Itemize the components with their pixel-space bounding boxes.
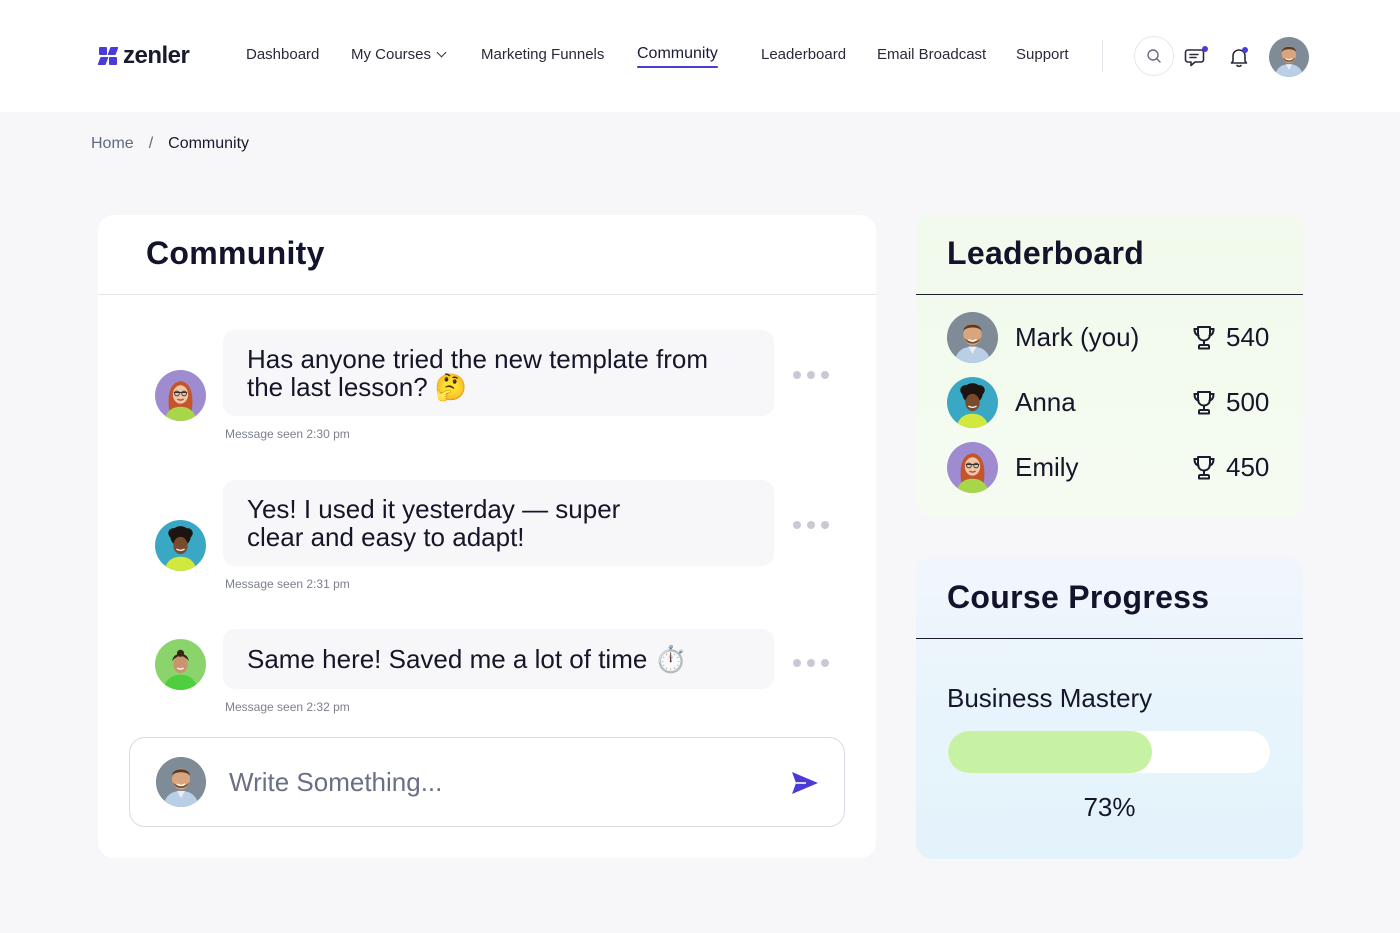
top-navigation-bar: zenler Dashboard My Courses Marketing Fu… xyxy=(0,0,1400,112)
message-avatar-emily[interactable] xyxy=(155,370,206,421)
message-more-button[interactable] xyxy=(793,371,829,379)
chevron-down-icon xyxy=(436,47,447,58)
leaderboard-score: 500 xyxy=(1226,387,1270,417)
leaderboard-divider xyxy=(916,294,1303,295)
message-more-button[interactable] xyxy=(793,521,829,529)
trophy-icon xyxy=(1190,389,1218,417)
avatar-image xyxy=(156,757,206,807)
nav-item-marketing-funnels[interactable]: Marketing Funnels xyxy=(481,46,604,63)
course-progress-divider xyxy=(916,638,1303,639)
avatar-image xyxy=(155,520,206,571)
user-avatar[interactable] xyxy=(1269,37,1309,77)
unread-dot xyxy=(1202,46,1208,52)
leaderboard-card: Leaderboard Mark (you) 540 Anna 500 Emil… xyxy=(916,215,1303,517)
message-bubble: Same here! Saved me a lot of time ⏱️ xyxy=(223,629,774,689)
header-divider xyxy=(1102,40,1103,72)
nav-item-email-broadcast[interactable]: Email Broadcast xyxy=(877,46,986,63)
community-card: Community Has anyone tried the new templ… xyxy=(98,215,876,858)
trophy-icon xyxy=(1190,454,1218,482)
message-bubble: Has anyone tried the new template from t… xyxy=(223,330,774,416)
leaderboard-name: Emily xyxy=(1015,452,1079,482)
logo-mark-icon xyxy=(97,46,119,66)
send-button[interactable] xyxy=(790,768,820,798)
message-text-line: Same here! Saved me a lot of time ⏱️ xyxy=(247,644,687,674)
leaderboard-name: Anna xyxy=(1015,387,1076,417)
progress-bar-fill xyxy=(948,731,1153,773)
more-dots-icon xyxy=(793,659,801,667)
message-bubble: Yes! I used it yesterday — super clear a… xyxy=(223,480,774,566)
avatar-image xyxy=(155,639,206,690)
nav-item-community[interactable]: Community xyxy=(637,45,718,68)
nav-item-dashboard[interactable]: Dashboard xyxy=(246,46,319,63)
notifications-button[interactable] xyxy=(1226,44,1252,70)
breadcrumb-separator: / xyxy=(148,135,154,152)
leaderboard-title: Leaderboard xyxy=(947,235,1145,271)
leaderboard-score: 450 xyxy=(1226,452,1270,482)
send-icon xyxy=(792,772,818,794)
leaderboard-score: 540 xyxy=(1226,322,1270,352)
progress-percent: 73% xyxy=(1083,792,1136,822)
composer-avatar xyxy=(156,757,206,807)
messages-button[interactable] xyxy=(1183,44,1209,70)
message-text-line: clear and easy to adapt! xyxy=(247,522,525,552)
community-divider xyxy=(98,294,876,295)
leaderboard-row[interactable]: Anna 500 xyxy=(916,377,1303,429)
nav-item-my-courses[interactable]: My Courses xyxy=(351,46,447,63)
nav-item-support[interactable]: Support xyxy=(1016,46,1069,63)
breadcrumb-current: Community xyxy=(168,135,250,152)
nav-item-my-courses-label: My Courses xyxy=(351,46,432,63)
message-seen-status: Message seen 2:31 pm xyxy=(225,577,350,591)
message-more-button[interactable] xyxy=(793,659,829,667)
logo-text: zenler xyxy=(123,42,190,69)
message-text-line: Yes! I used it yesterday — super xyxy=(247,494,621,524)
breadcrumb-home[interactable]: Home xyxy=(91,135,134,153)
avatar-image xyxy=(155,370,206,421)
leaderboard-row[interactable]: Mark (you) 540 xyxy=(916,312,1303,364)
breadcrumb: Home / Community xyxy=(91,135,249,153)
nav-item-leaderboard[interactable]: Leaderboard xyxy=(761,46,846,63)
leaderboard-name: Mark (you) xyxy=(1015,322,1140,352)
more-dots-icon xyxy=(793,371,801,379)
zenler-logo[interactable]: zenler xyxy=(97,42,190,70)
course-name: Business Mastery xyxy=(947,683,1153,713)
leaderboard-row[interactable]: Emily 450 xyxy=(916,442,1303,494)
message-composer xyxy=(129,737,845,827)
more-dots-icon xyxy=(793,521,801,529)
leaderboard-avatar xyxy=(947,377,998,428)
search-icon xyxy=(1147,49,1161,63)
leaderboard-avatar xyxy=(947,312,998,363)
trophy-icon xyxy=(1190,324,1218,352)
message-text-line: the last lesson? 🤔 xyxy=(247,372,468,402)
notification-dot xyxy=(1242,47,1248,53)
avatar-image xyxy=(1269,37,1309,77)
message-avatar-anna[interactable] xyxy=(155,520,206,571)
course-progress-card: Course Progress Business Mastery 73% xyxy=(916,557,1303,859)
community-title: Community xyxy=(146,235,325,271)
leaderboard-avatar xyxy=(947,442,998,493)
message-input[interactable] xyxy=(229,762,769,802)
search-button[interactable] xyxy=(1134,36,1174,76)
message-seen-status: Message seen 2:32 pm xyxy=(225,700,350,714)
message-avatar-member[interactable] xyxy=(155,639,206,690)
course-progress-title: Course Progress xyxy=(947,579,1210,615)
progress-bar xyxy=(948,731,1270,773)
message-seen-status: Message seen 2:30 pm xyxy=(225,427,350,441)
message-text-line: Has anyone tried the new template from xyxy=(247,344,709,374)
